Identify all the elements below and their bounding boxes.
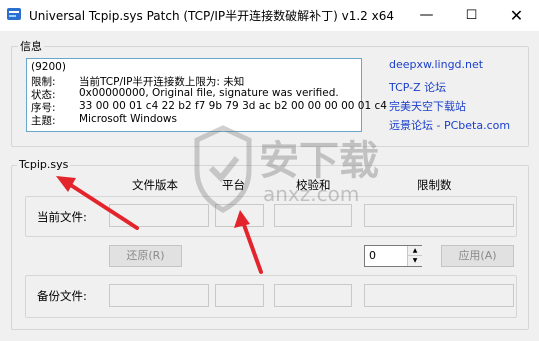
red-arrow-icon bbox=[234, 210, 263, 274]
red-arrow-icon bbox=[56, 176, 139, 230]
annotation-arrows bbox=[56, 176, 263, 274]
